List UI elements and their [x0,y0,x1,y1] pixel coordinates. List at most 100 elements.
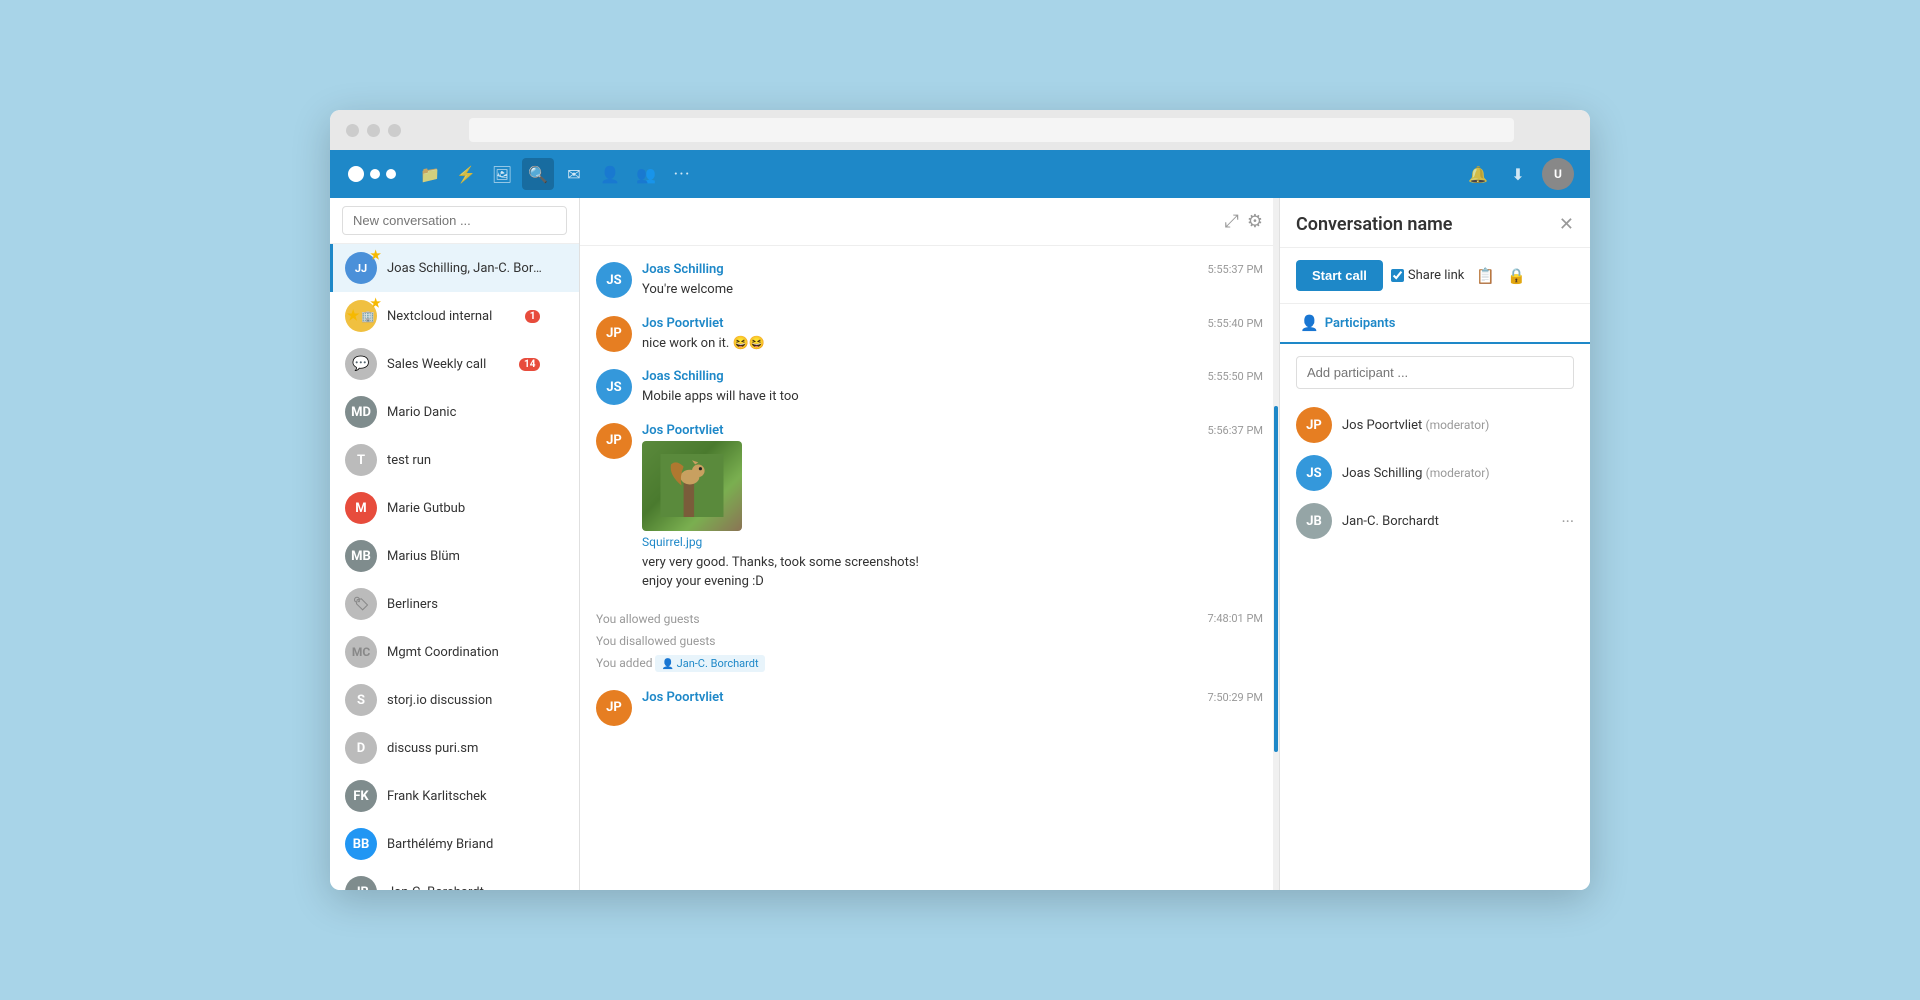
scrollbar-track[interactable] [1273,198,1279,890]
msg-text-2: nice work on it. 😆😆 [642,334,1263,354]
photos-nav-icon[interactable]: 🖼 [486,158,518,190]
msg-time-1: 5:55:37 PM [1207,263,1263,276]
squirrel-image[interactable] [642,441,742,531]
conv-name-mgmt: Mgmt Coordination [387,645,546,660]
add-participant-input[interactable] [1296,356,1574,389]
close-icon[interactable]: ✕ [1559,214,1574,235]
participant-item-joas: JS Joas Schilling (moderator) [1296,449,1574,497]
message-group-5: JP Jos Poortvliet 7:50:29 PM [596,690,1263,726]
conv-name-nextcloud: Nextcloud internal [387,309,525,324]
search-nav-icon[interactable]: 🔍 [522,158,554,190]
conv-name-barthelemy: Barthélémy Briand [387,837,546,852]
conv-item-discuss[interactable]: D discuss puri.sm ··· [330,724,579,772]
sidebar-search-area [330,198,579,244]
more-nav-icon[interactable]: ··· [666,158,698,190]
conv-avatar-marie: M [345,492,377,524]
msg-avatar-jos-3: JP [596,690,632,726]
users-nav-icon[interactable]: 👥 [630,158,662,190]
participants-section: JP Jos Poortvliet (moderator) JS Joas Sc… [1280,344,1590,890]
system-msg-1: You allowed guests [596,608,700,630]
right-panel: Conversation name ✕ Start call Share lin… [1280,198,1590,890]
message-group-3: JS Joas Schilling 5:55:50 PM Mobile apps… [596,369,1263,407]
files-nav-icon[interactable]: 📁 [414,158,446,190]
start-call-button[interactable]: Start call [1296,260,1383,291]
conv-item-jan[interactable]: JB Jan-C. Borchardt ··· [330,868,579,890]
expand-icon[interactable]: ⤢ [1224,211,1238,232]
msg-header-3: Joas Schilling 5:55:50 PM [642,369,1263,384]
conv-avatar-test: T [345,444,377,476]
conv-avatar-jan: JB [345,876,377,890]
participant-name-jos: Jos Poortvliet (moderator) [1342,418,1574,433]
participant-more-jan[interactable]: ··· [1561,512,1574,531]
system-msg-3: You added 👤 Jan-C. Borchardt [596,652,1263,674]
activity-nav-icon[interactable]: ⚡ [450,158,482,190]
msg-time-3: 5:55:50 PM [1207,370,1263,383]
msg-text-4b: enjoy your evening :D [642,572,1263,592]
download-icon[interactable]: ⬇ [1502,158,1534,190]
msg-content-5: Jos Poortvliet 7:50:29 PM [642,690,1263,708]
conv-item-barthelemy[interactable]: BB Barthélémy Briand ··· [330,820,579,868]
chat-toolbar: ⤢ ⚙ [580,198,1279,246]
browser-chrome [330,110,1590,150]
conv-item-storj[interactable]: S storj.io discussion ··· [330,676,579,724]
conv-item-test[interactable]: T test run ··· [330,436,579,484]
system-time-1: 7:48:01 PM [1207,612,1263,625]
share-link-checkbox[interactable] [1391,269,1404,282]
msg-sender-4: Jos Poortvliet [642,423,723,438]
panel-title: Conversation name [1296,214,1559,235]
msg-header-1: Joas Schilling 5:55:37 PM [642,262,1263,277]
mail-nav-icon[interactable]: ✉ [558,158,590,190]
participant-avatar-joas: JS [1296,455,1332,491]
msg-content-1: Joas Schilling 5:55:37 PM You're welcome [642,262,1263,300]
msg-sender-5: Jos Poortvliet [642,690,723,705]
conv-name-frank: Frank Karlitschek [387,789,546,804]
participants-tab-icon: 👤 [1300,314,1319,332]
msg-header-4: Jos Poortvliet 5:56:37 PM [642,423,1263,438]
logo-circle-2 [370,169,380,179]
msg-avatar-jos-1: JP [596,316,632,352]
conv-avatar-barthelemy: BB [345,828,377,860]
msg-sender-1: Joas Schilling [642,262,724,277]
conv-item-mario[interactable]: MD Mario Danic ··· [330,388,579,436]
notifications-icon[interactable]: 🔔 [1462,158,1494,190]
conv-avatar-joas-jan: JJ ★ [345,252,377,284]
contacts-nav-icon[interactable]: 👤 [594,158,626,190]
conv-item-mgmt[interactable]: MC Mgmt Coordination ··· [330,628,579,676]
msg-header-5: Jos Poortvliet 7:50:29 PM [642,690,1263,705]
participant-item-jan-b: JB Jan-C. Borchardt ··· [1296,497,1574,545]
msg-text-3: Mobile apps will have it too [642,387,1263,407]
chat-messages: JS Joas Schilling 5:55:37 PM You're welc… [580,246,1279,890]
sidebar: JJ ★ Joas Schilling, Jan-C. Borchardt ··… [330,198,580,890]
msg-avatar-jos-2: JP [596,423,632,459]
participants-tab-label: Participants [1325,316,1396,331]
conv-item-joas-jan[interactable]: JJ ★ Joas Schilling, Jan-C. Borchardt ··… [330,244,579,292]
browser-dot-red [346,124,359,137]
msg-avatar-joas-1: JS [596,262,632,298]
added-user-tag: 👤 Jan-C. Borchardt [655,655,764,672]
address-bar[interactable] [469,118,1514,142]
settings-icon[interactable]: ⚙ [1247,211,1263,232]
scrollbar-thumb[interactable] [1274,406,1278,752]
conv-name-discuss: discuss puri.sm [387,741,546,756]
conv-avatar-storj: S [345,684,377,716]
conv-item-berliners[interactable]: 🏷 Berliners ··· [330,580,579,628]
participant-avatar-jos: JP [1296,407,1332,443]
conv-item-marie[interactable]: M Marie Gutbub ··· [330,484,579,532]
conv-item-marius[interactable]: MB Marius Blüm ··· [330,532,579,580]
conv-name-sales: Sales Weekly call [387,357,519,372]
user-avatar-nav[interactable]: U [1542,158,1574,190]
copy-link-icon[interactable]: 📋 [1476,267,1495,285]
conv-avatar-berliners: 🏷 [345,588,377,620]
lock-icon[interactable]: 🔒 [1507,267,1526,285]
conv-item-sales[interactable]: 💬 Sales Weekly call 14 ··· [330,340,579,388]
new-conversation-input[interactable] [342,206,567,235]
msg-filename[interactable]: Squirrel.jpg [642,535,1263,549]
participant-avatar-jan-b: JB [1296,503,1332,539]
share-link-checkbox-label[interactable]: Share link [1391,268,1464,283]
conv-item-frank[interactable]: FK Frank Karlitschek ··· [330,772,579,820]
msg-time-2: 5:55:40 PM [1207,317,1263,330]
conv-badge-sales: 14 [519,358,540,371]
participants-tab[interactable]: 👤 Participants [1296,304,1399,344]
conv-item-nextcloud[interactable]: ★ 🏢 ★ Nextcloud internal 1 ··· [330,292,579,340]
share-link-label: Share link [1408,268,1464,283]
